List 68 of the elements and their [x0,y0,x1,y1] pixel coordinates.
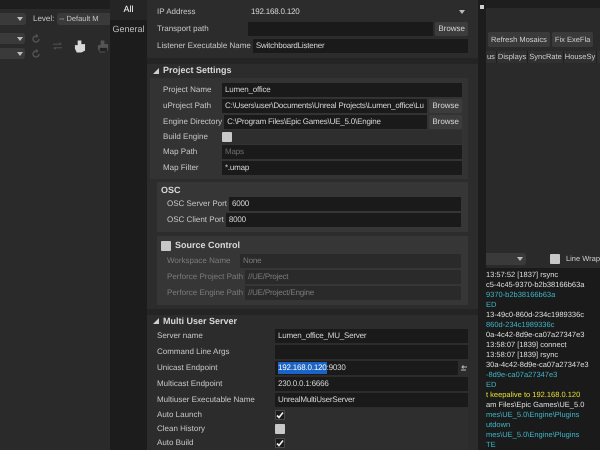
expanded-triangle-icon[interactable] [153,68,159,74]
field-label: Transport path [157,23,210,35]
field-label: Listener Executable Name [157,40,251,52]
text-field: None [240,254,461,268]
text-field: //UE/Project/Engine [245,286,461,300]
field-label: Multicast Endpoint [157,378,224,390]
field-label: Multiuser Executable Name [157,394,256,406]
group-title: OSC [161,184,182,196]
hand-icon[interactable] [74,39,88,53]
checkmark-icon [276,439,284,447]
field-label: Perforce Project Path [167,270,244,282]
field-label: Server name [157,330,204,342]
field-label: Project Name [163,84,212,96]
text-field[interactable]: SwitchboardListener [252,39,468,53]
caret-icon [516,256,523,261]
field-label: Unicast Endpoint [157,362,218,374]
text-field[interactable]: 230.0.0.1:6666 [275,377,468,391]
field-label: Map Path [163,146,198,158]
text-field[interactable]: 8000 [226,212,461,226]
checkbox[interactable] [550,254,560,264]
field-label: IP Address [157,6,197,18]
group-title: Source Control [175,238,240,252]
checkbox[interactable] [275,438,285,448]
caret-icon [459,10,465,14]
dropdown[interactable] [0,13,26,25]
field-label: Auto Build [157,437,194,449]
caret-icon [17,36,23,40]
path-field[interactable]: C:\Program Files\Epic Games\UE_5.0\Engine [224,114,428,128]
tab[interactable]: All [110,0,147,20]
text-field: //UE/Project [245,270,461,284]
browse-button[interactable]: Browse [435,22,468,36]
text-field[interactable]: 192.168.0.120:9030 [275,361,458,375]
section-title: Multi User Server [163,314,238,328]
field-label: uProject Path [163,100,212,112]
caret-icon [17,52,23,56]
dropdown[interactable] [0,48,25,59]
dropdown[interactable] [0,33,25,44]
caret-icon [17,17,23,21]
expanded-triangle-icon[interactable] [153,318,159,324]
checkbox[interactable] [275,424,285,434]
field-label: OSC Client Port [167,214,224,226]
field-label: Workspace Name [167,254,232,266]
field-label: OSC Server Port [167,198,228,210]
text-field[interactable]: *.umap [222,160,462,174]
browse-button[interactable]: Browse [429,98,462,112]
checkbox[interactable] [222,132,232,142]
section-title: Project Settings [163,64,232,77]
field-label: Build Engine [163,130,209,142]
field-label: Auto Launch [157,409,203,421]
level-label: Level: [33,13,54,25]
text-field[interactable]: Lumen_office [222,82,462,96]
checkbox[interactable] [275,410,285,420]
scrollbar-thumb[interactable] [480,5,484,9]
dropdown[interactable] [486,252,526,265]
checkbox[interactable] [161,240,171,250]
text-field[interactable]: UnrealMultiUserServer [275,393,468,407]
text-field[interactable]: 6000 [229,196,461,210]
field-label: Command Line Args [157,346,230,358]
field-label: Clean History [157,423,206,435]
reset-arrow-icon[interactable] [460,364,468,372]
field-label: Map Filter [163,162,200,174]
path-field[interactable]: C:\Users\user\Documents\Unreal Projects\Lumen_office\Lu [222,98,428,112]
browse-button[interactable]: Browse [429,114,462,128]
path-field[interactable] [248,22,434,36]
field-label: Perforce Engine Path [167,286,244,298]
text-field[interactable]: Lumen_office_MU_Server [275,329,468,343]
field-label: Engine Directory [163,116,222,128]
checkmark-icon [276,411,284,419]
